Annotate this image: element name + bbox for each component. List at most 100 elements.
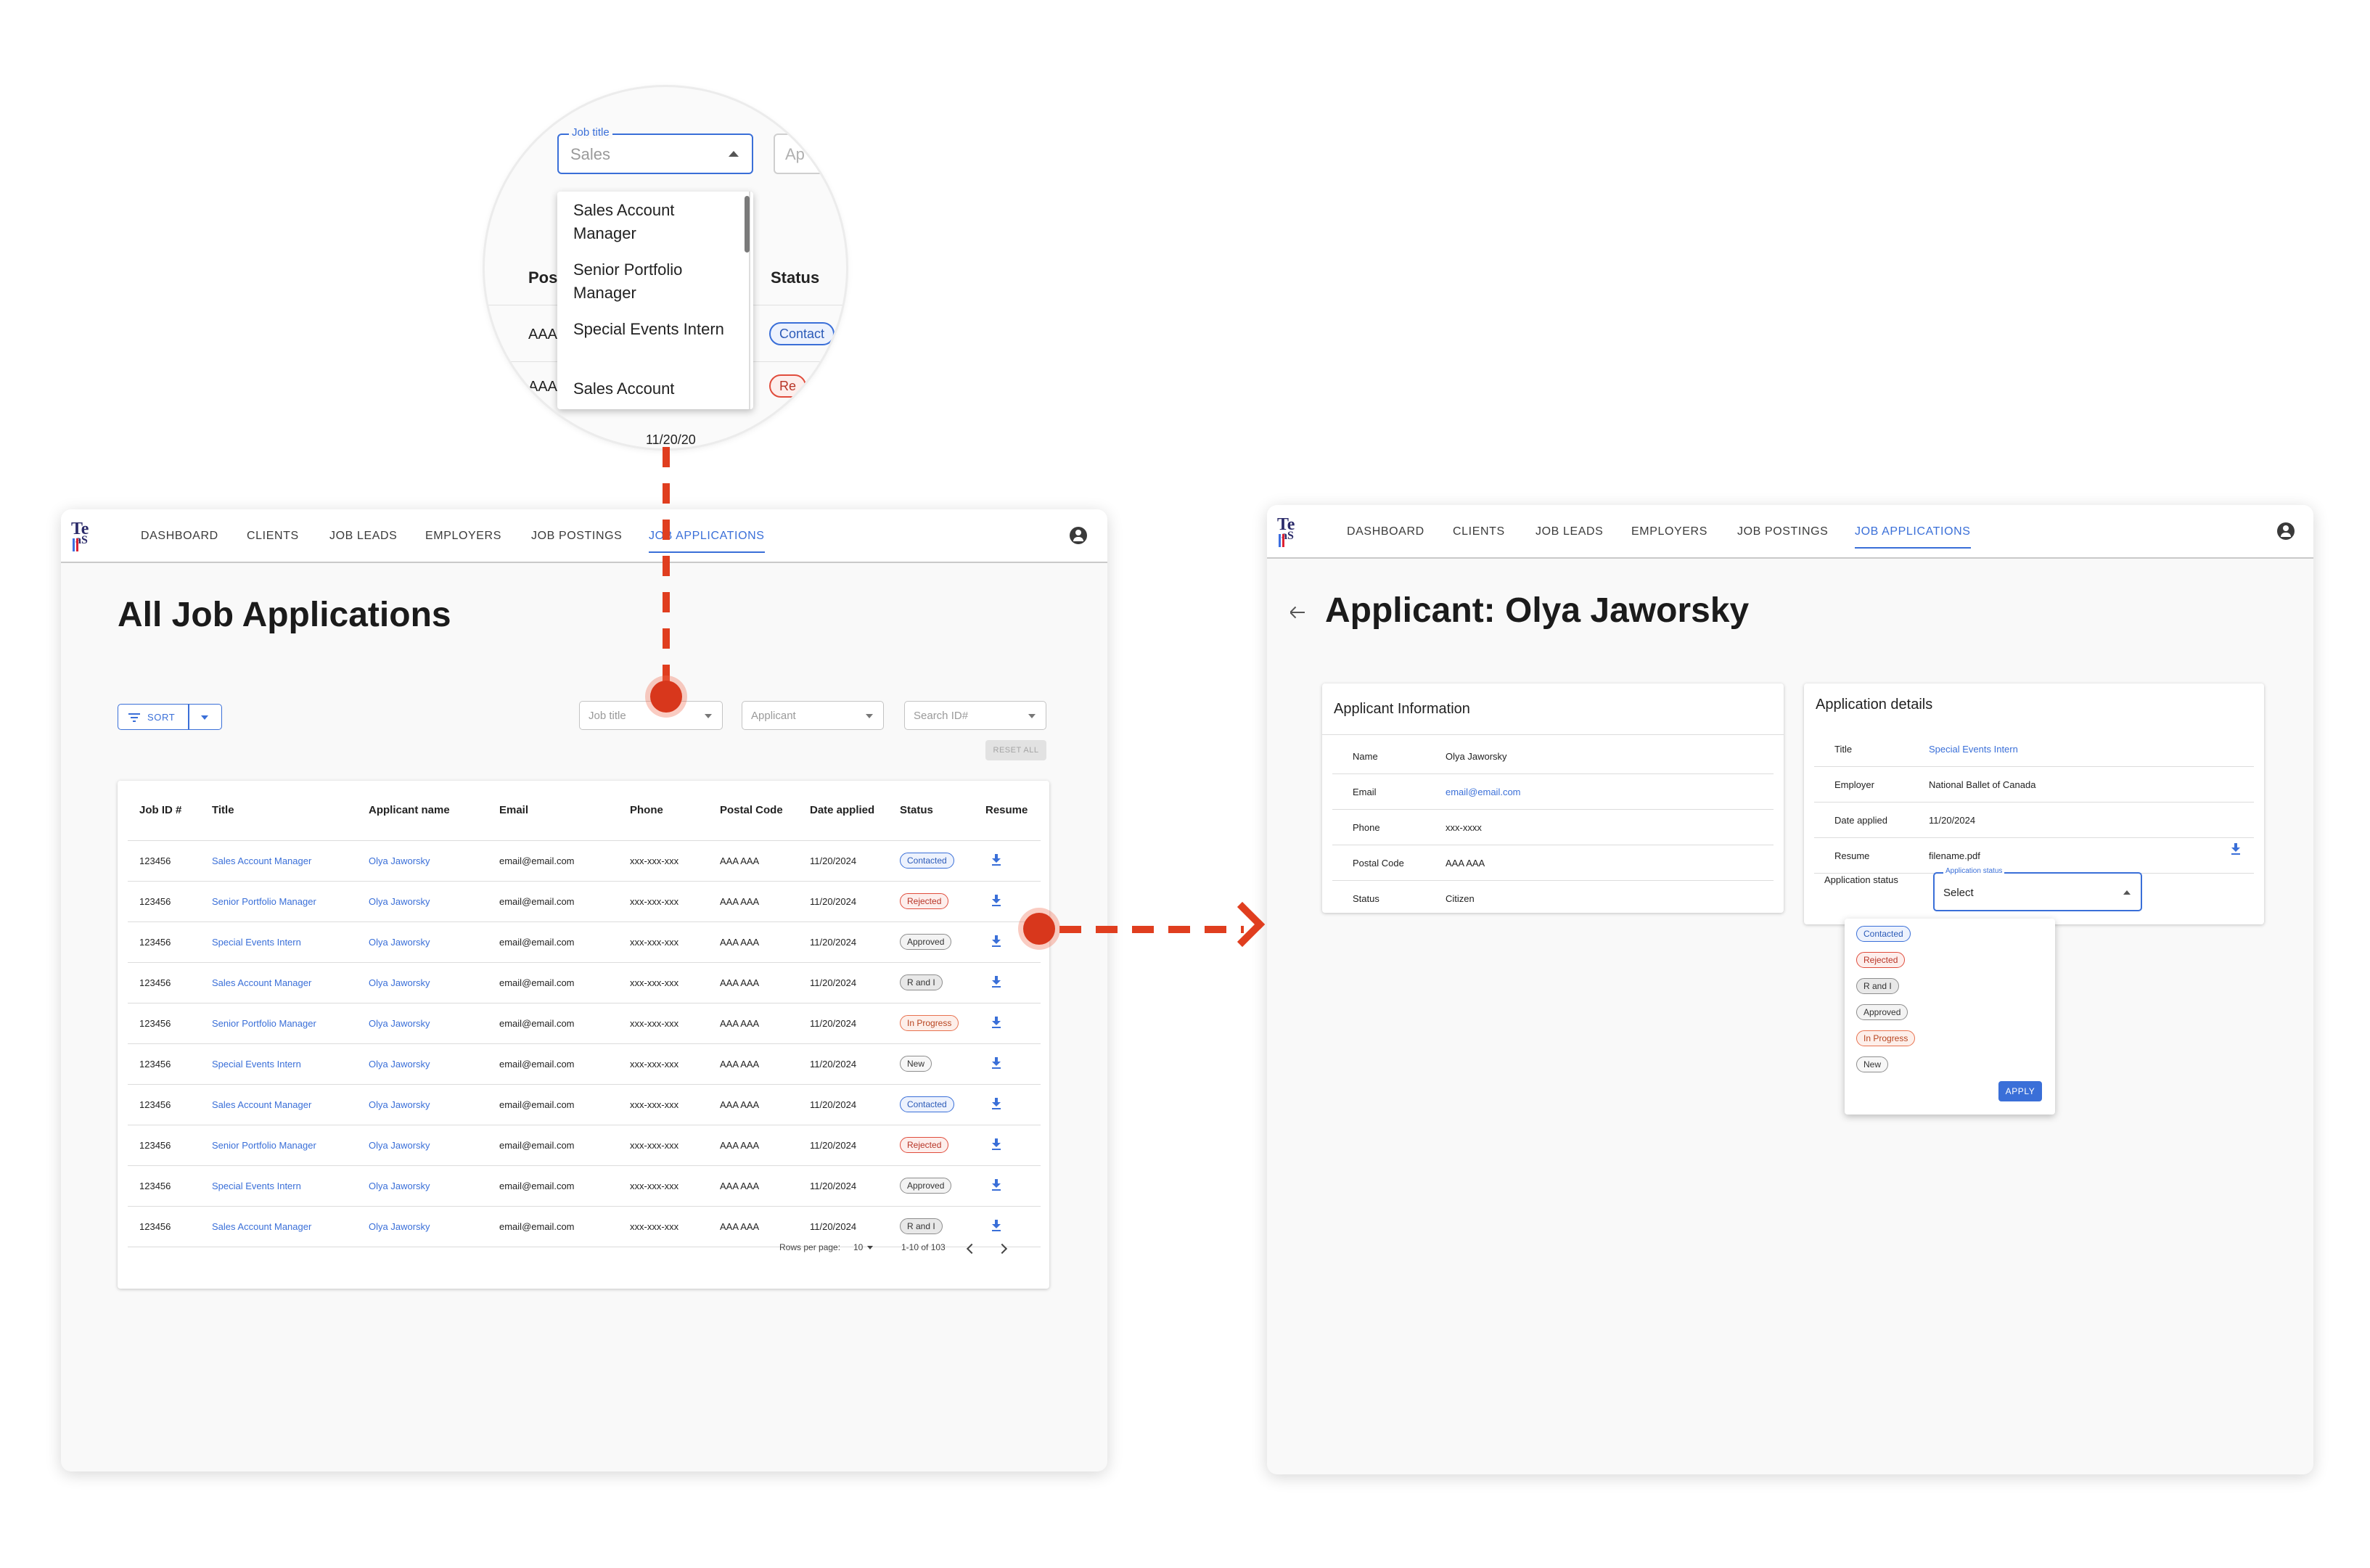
field-label: Postal Code (1353, 858, 1404, 869)
cell-title-link[interactable]: Sales Account Manager (200, 840, 357, 882)
application-detail-row: Employer National Ballet of Canada (1814, 767, 2254, 803)
zoom-bg-cell: AAA (528, 327, 558, 342)
cell-phone: xxx-xxx-xxx (618, 1165, 708, 1207)
table-row: 123456 Special Events Intern Olya Jaworsky… (128, 1165, 1041, 1207)
field-value[interactable]: email@email.com (1446, 787, 1521, 797)
field-value: Olya Jaworsky (1446, 751, 1507, 762)
cell-applicant-link[interactable]: Olya Jaworsky (357, 1084, 488, 1125)
col-header-email[interactable]: Email (488, 781, 618, 841)
cell-applicant-link[interactable]: Olya Jaworsky (357, 1165, 488, 1207)
status-option[interactable]: In Progress (1856, 1030, 1916, 1046)
reset-all-button[interactable]: RESET ALL (985, 740, 1046, 760)
nav-item-dashboard[interactable]: DASHBOARD (141, 530, 218, 543)
status-option[interactable]: Contacted (1856, 926, 1911, 942)
zoom-option[interactable]: Sales Account (573, 377, 740, 401)
nav-item-employers[interactable]: EMPLOYERS (1631, 525, 1707, 538)
cell-job-id: 123456 (128, 881, 200, 922)
applicant-filter[interactable]: Applicant (742, 701, 884, 730)
download-icon[interactable] (991, 1219, 1001, 1231)
field-value: Citizen (1446, 893, 1475, 904)
download-icon[interactable] (991, 1056, 1001, 1069)
zoom-applicant-select[interactable]: Ap (774, 134, 846, 174)
zoom-option[interactable]: Special Events Intern (573, 318, 740, 341)
download-icon[interactable] (991, 894, 1001, 906)
cell-applicant-link[interactable]: Olya Jaworsky (357, 1003, 488, 1044)
col-header-phone[interactable]: Phone (618, 781, 708, 841)
account-icon[interactable] (2277, 522, 2295, 540)
col-header-status[interactable]: Status (888, 781, 974, 841)
zoom-bg-status-badge: Contact (769, 322, 835, 345)
status-option[interactable]: Rejected (1856, 952, 1906, 968)
application-status-value: Select (1943, 887, 1974, 899)
logo[interactable]: Te aS (1277, 515, 1306, 549)
resume-download-icon[interactable] (2231, 843, 2241, 855)
cell-title-link[interactable]: Sales Account Manager (200, 962, 357, 1003)
applicant-info-row: Phone xxx-xxxx (1332, 810, 1774, 845)
cell-title-link[interactable]: Special Events Intern (200, 1043, 357, 1085)
logo-mark-icon (73, 538, 80, 551)
nav-item-clients[interactable]: CLIENTS (247, 530, 299, 543)
back-arrow-icon[interactable] (1289, 604, 1306, 621)
cell-title-link[interactable]: Sales Account Manager (200, 1206, 357, 1247)
job-title-filter[interactable]: Job title (579, 701, 723, 730)
sort-button[interactable]: SORT (118, 704, 222, 730)
col-header-applicant[interactable]: Applicant name (357, 781, 488, 841)
col-header-resume[interactable]: Resume (974, 781, 1041, 841)
col-header-date[interactable]: Date applied (798, 781, 888, 841)
sort-button-label: SORT (147, 712, 176, 723)
nav-item-dashboard[interactable]: DASHBOARD (1347, 525, 1424, 538)
nav-item-job-postings[interactable]: JOB POSTINGS (1737, 525, 1828, 538)
chevron-down-icon (1028, 714, 1036, 718)
download-icon[interactable] (991, 1016, 1001, 1028)
top-nav: Te aS DASHBOARD CLIENTS JOB LEADS EMPLOY… (61, 509, 1107, 563)
download-icon[interactable] (991, 1138, 1001, 1150)
nav-item-job-applications[interactable]: JOB APPLICATIONS (1855, 525, 1971, 549)
status-option[interactable]: New (1856, 1056, 1889, 1072)
logo[interactable]: Te aS (71, 520, 100, 553)
zoom-option[interactable]: Sales Account Manager (573, 199, 740, 245)
cell-applicant-link[interactable]: Olya Jaworsky (357, 881, 488, 922)
nav-item-employers[interactable]: EMPLOYERS (425, 530, 501, 543)
field-value[interactable]: Special Events Intern (1929, 744, 2018, 755)
cell-postal-code: AAA AAA (708, 1003, 798, 1044)
cell-postal-code: AAA AAA (708, 1125, 798, 1166)
col-header-title[interactable]: Title (200, 781, 357, 841)
sort-dropdown-caret-icon[interactable] (201, 715, 208, 720)
nav-item-job-leads[interactable]: JOB LEADS (329, 530, 397, 543)
cell-title-link[interactable]: Senior Portfolio Manager (200, 1125, 357, 1166)
zoom-job-title-select[interactable]: Job title Sales (557, 126, 753, 174)
cell-applicant-link[interactable]: Olya Jaworsky (357, 1043, 488, 1085)
field-value: AAA AAA (1446, 858, 1485, 869)
status-option[interactable]: Approved (1856, 1004, 1908, 1020)
nav-item-clients[interactable]: CLIENTS (1453, 525, 1505, 538)
col-header-postal[interactable]: Postal Code (708, 781, 798, 841)
cell-applicant-link[interactable]: Olya Jaworsky (357, 1125, 488, 1166)
cell-applicant-link[interactable]: Olya Jaworsky (357, 962, 488, 1003)
account-icon[interactable] (1070, 527, 1087, 544)
cell-applicant-link[interactable]: Olya Jaworsky (357, 921, 488, 963)
cell-title-link[interactable]: Sales Account Manager (200, 1084, 357, 1125)
download-icon[interactable] (991, 975, 1001, 988)
zoom-job-title-value[interactable]: Sales (570, 145, 610, 164)
apply-button[interactable]: APPLY (1998, 1081, 2042, 1101)
download-icon[interactable] (991, 1097, 1001, 1109)
cell-applicant-link[interactable]: Olya Jaworsky (357, 840, 488, 882)
download-icon[interactable] (991, 1178, 1001, 1191)
zoom-option[interactable]: Senior Portfolio Manager (573, 258, 740, 305)
cell-title-link[interactable]: Senior Portfolio Manager (200, 1003, 357, 1044)
status-option[interactable]: R and I (1856, 978, 1899, 994)
cell-applicant-link[interactable]: Olya Jaworsky (357, 1206, 488, 1247)
col-header-job-id[interactable]: Job ID # (128, 781, 200, 841)
cell-title-link[interactable]: Special Events Intern (200, 921, 357, 963)
cell-title-link[interactable]: Senior Portfolio Manager (200, 881, 357, 922)
search-id-filter[interactable]: Search ID# (904, 701, 1046, 730)
nav-item-job-leads[interactable]: JOB LEADS (1535, 525, 1603, 538)
application-status-select[interactable]: Application status Select (1933, 867, 2142, 911)
nav-item-job-postings[interactable]: JOB POSTINGS (531, 530, 622, 543)
cell-title-link[interactable]: Special Events Intern (200, 1165, 357, 1207)
zoom-scrollbar[interactable] (745, 196, 750, 253)
download-icon[interactable] (991, 935, 1001, 947)
download-icon[interactable] (991, 853, 1001, 866)
rows-per-page-select[interactable]: 10 (853, 1242, 874, 1252)
status-badge: New (900, 1056, 932, 1072)
